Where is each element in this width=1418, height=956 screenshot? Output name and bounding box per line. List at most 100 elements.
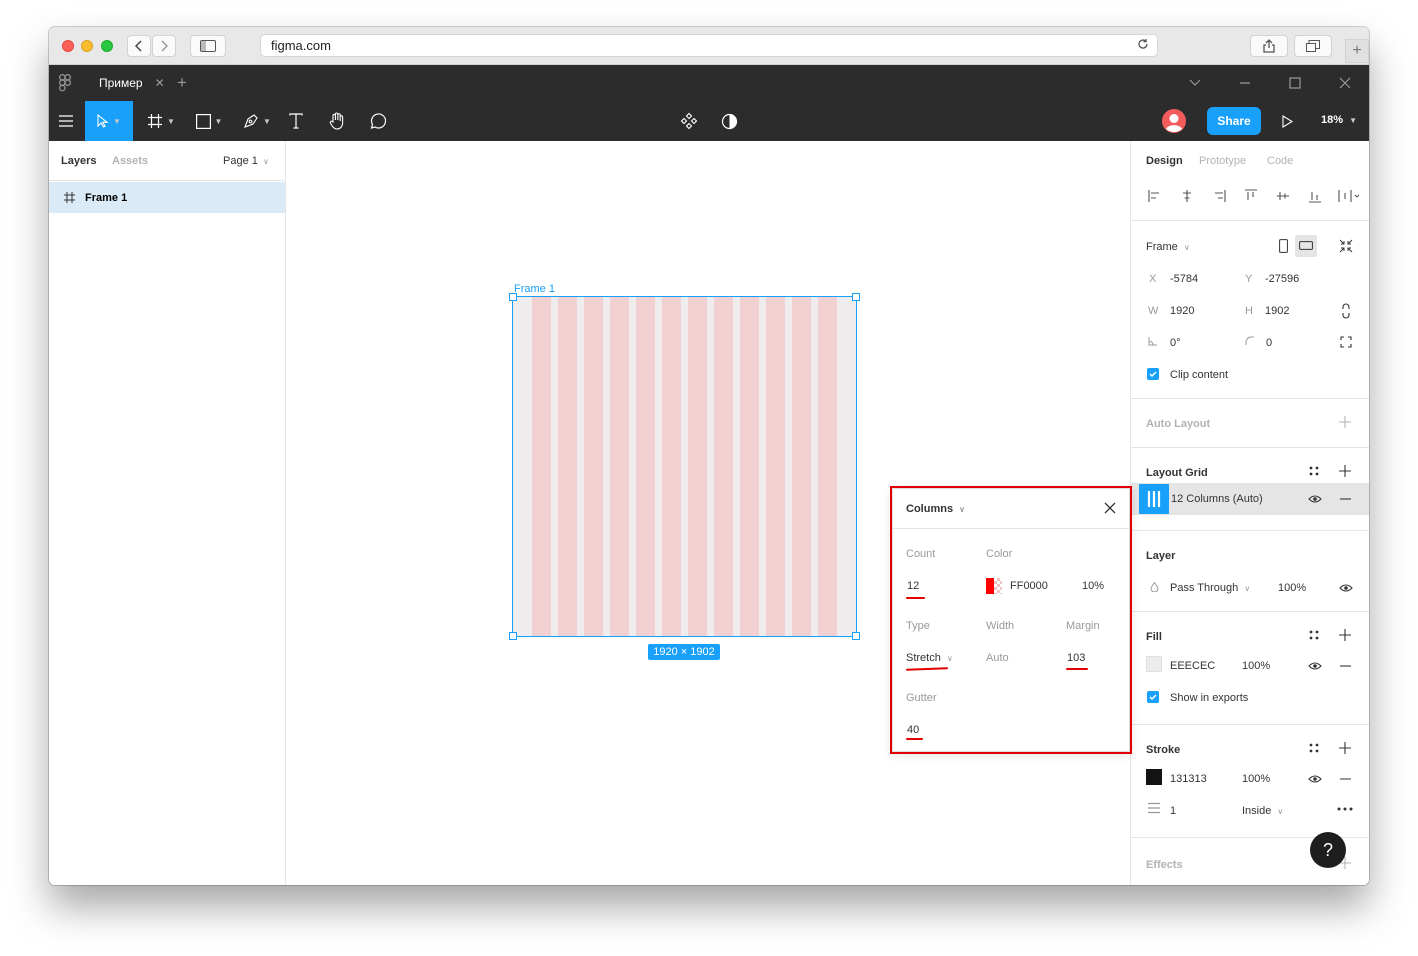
close-window-button[interactable]: [62, 40, 74, 52]
stroke-hex-input[interactable]: 131313: [1170, 773, 1207, 785]
chevron-down-icon[interactable]: [1189, 74, 1201, 90]
eye-icon[interactable]: [1308, 494, 1322, 504]
frame-preset-dropdown[interactable]: Frame ∨: [1146, 241, 1190, 253]
grid-color-swatch[interactable]: [986, 578, 1002, 594]
share-page-button[interactable]: [1250, 35, 1288, 57]
fill-styles-icon[interactable]: [1308, 629, 1320, 641]
margin-input[interactable]: 103: [1067, 652, 1085, 664]
gutter-input[interactable]: 40: [907, 724, 919, 736]
stroke-opacity-input[interactable]: 100%: [1242, 773, 1270, 785]
maximize-icon[interactable]: [1289, 76, 1301, 92]
grid-color-opacity-input[interactable]: 10%: [1082, 580, 1104, 592]
figma-logo-icon[interactable]: [59, 74, 72, 97]
fill-color-swatch[interactable]: [1146, 656, 1162, 672]
forward-button[interactable]: [152, 35, 176, 57]
fullscreen-window-button[interactable]: [101, 40, 113, 52]
grid-type-dropdown[interactable]: Columns ∨: [906, 503, 965, 515]
more-options-icon[interactable]: [1337, 807, 1353, 811]
main-menu-button[interactable]: [49, 101, 83, 141]
close-app-icon[interactable]: [1339, 76, 1351, 92]
clip-content-checkbox[interactable]: [1147, 368, 1159, 380]
tab-prototype[interactable]: Prototype: [1199, 155, 1246, 167]
x-input[interactable]: -5784: [1170, 273, 1198, 285]
align-vertical-center-icon[interactable]: [1276, 189, 1290, 203]
add-grid-icon[interactable]: [1339, 465, 1351, 477]
zoom-menu[interactable]: 18% ▼: [1321, 114, 1357, 126]
grid-color-hex-input[interactable]: FF0000: [1010, 580, 1048, 592]
show-in-exports-checkbox[interactable]: [1147, 691, 1159, 703]
frame-label[interactable]: Frame 1: [514, 283, 555, 295]
eye-icon[interactable]: [1308, 774, 1322, 784]
grid-settings-button[interactable]: [1139, 484, 1169, 514]
mask-button[interactable]: [717, 101, 741, 141]
align-horizontal-center-icon[interactable]: [1180, 189, 1194, 203]
add-stroke-icon[interactable]: [1339, 742, 1351, 754]
stroke-color-swatch[interactable]: [1146, 769, 1162, 785]
layer-row-frame-1[interactable]: Frame 1: [49, 182, 285, 213]
add-fill-icon[interactable]: [1339, 629, 1351, 641]
close-icon[interactable]: [1104, 502, 1116, 514]
resize-handle-top-right[interactable]: [852, 293, 860, 301]
frame-1[interactable]: [512, 296, 857, 637]
hand-tool-button[interactable]: [325, 101, 349, 141]
frame-tool-button[interactable]: ▼: [141, 101, 181, 141]
file-tab[interactable]: Пример ✕: [85, 65, 173, 101]
constrain-proportions-icon[interactable]: [1341, 303, 1351, 319]
width-input[interactable]: 1920: [1170, 305, 1194, 317]
distribute-icon[interactable]: [1338, 189, 1360, 203]
back-button[interactable]: [127, 35, 151, 57]
corner-radius-input[interactable]: 0: [1266, 337, 1272, 349]
independent-corners-icon[interactable]: [1340, 336, 1352, 348]
add-auto-layout-icon[interactable]: [1339, 416, 1351, 428]
components-button[interactable]: [677, 101, 701, 141]
resize-handle-bottom-right[interactable]: [852, 632, 860, 640]
tab-code[interactable]: Code: [1267, 155, 1293, 167]
new-tab-button[interactable]: +: [1345, 39, 1369, 63]
shape-tool-button[interactable]: ▼: [189, 101, 229, 141]
present-button[interactable]: [1279, 101, 1295, 141]
fill-opacity-input[interactable]: 100%: [1242, 660, 1270, 672]
rotation-input[interactable]: 0°: [1170, 337, 1181, 349]
remove-grid-icon[interactable]: [1340, 498, 1351, 500]
height-input[interactable]: 1902: [1265, 305, 1289, 317]
stroke-weight-input[interactable]: 1: [1170, 805, 1176, 817]
pen-tool-button[interactable]: ▼: [237, 101, 277, 141]
count-input[interactable]: 12: [907, 580, 919, 592]
eye-icon[interactable]: [1339, 583, 1353, 593]
address-bar[interactable]: figma.com: [260, 34, 1158, 57]
reload-icon[interactable]: [1137, 38, 1149, 53]
landscape-button[interactable]: [1295, 235, 1317, 257]
type-dropdown[interactable]: Stretch ∨: [906, 652, 953, 664]
align-top-icon[interactable]: [1244, 189, 1258, 203]
grid-item-row[interactable]: 12 Columns (Auto): [1131, 483, 1369, 515]
tabs-overview-button[interactable]: [1294, 35, 1332, 57]
move-tool-button[interactable]: ▼: [85, 101, 133, 141]
portrait-icon[interactable]: [1279, 239, 1288, 253]
stroke-styles-icon[interactable]: [1308, 742, 1320, 754]
sidebar-toggle-button[interactable]: [190, 35, 226, 57]
stroke-align-dropdown[interactable]: Inside ∨: [1242, 805, 1283, 817]
align-left-icon[interactable]: [1148, 189, 1162, 203]
resize-handle-top-left[interactable]: [509, 293, 517, 301]
blend-mode-dropdown[interactable]: Pass Through ∨: [1170, 582, 1250, 594]
user-avatar[interactable]: [1161, 101, 1187, 141]
eye-icon[interactable]: [1308, 661, 1322, 671]
page-selector[interactable]: Page 1 ∨: [223, 155, 269, 167]
minimize-icon[interactable]: [1239, 75, 1251, 91]
align-bottom-icon[interactable]: [1308, 189, 1322, 203]
resize-to-fit-icon[interactable]: [1339, 239, 1353, 253]
tab-design[interactable]: Design: [1146, 155, 1183, 167]
comment-tool-button[interactable]: [365, 101, 389, 141]
tab-layers[interactable]: Layers: [61, 155, 96, 167]
new-file-tab-button[interactable]: +: [177, 73, 187, 93]
y-input[interactable]: -27596: [1265, 273, 1299, 285]
resize-handle-bottom-left[interactable]: [509, 632, 517, 640]
fill-hex-input[interactable]: EEECEC: [1170, 660, 1215, 672]
remove-fill-icon[interactable]: [1340, 665, 1351, 667]
grid-styles-icon[interactable]: [1308, 465, 1320, 477]
share-button[interactable]: Share: [1207, 107, 1261, 135]
close-tab-icon[interactable]: ✕: [155, 76, 165, 90]
align-right-icon[interactable]: [1212, 189, 1226, 203]
help-button[interactable]: ?: [1310, 832, 1346, 868]
grid-width-input[interactable]: Auto: [986, 652, 1009, 664]
